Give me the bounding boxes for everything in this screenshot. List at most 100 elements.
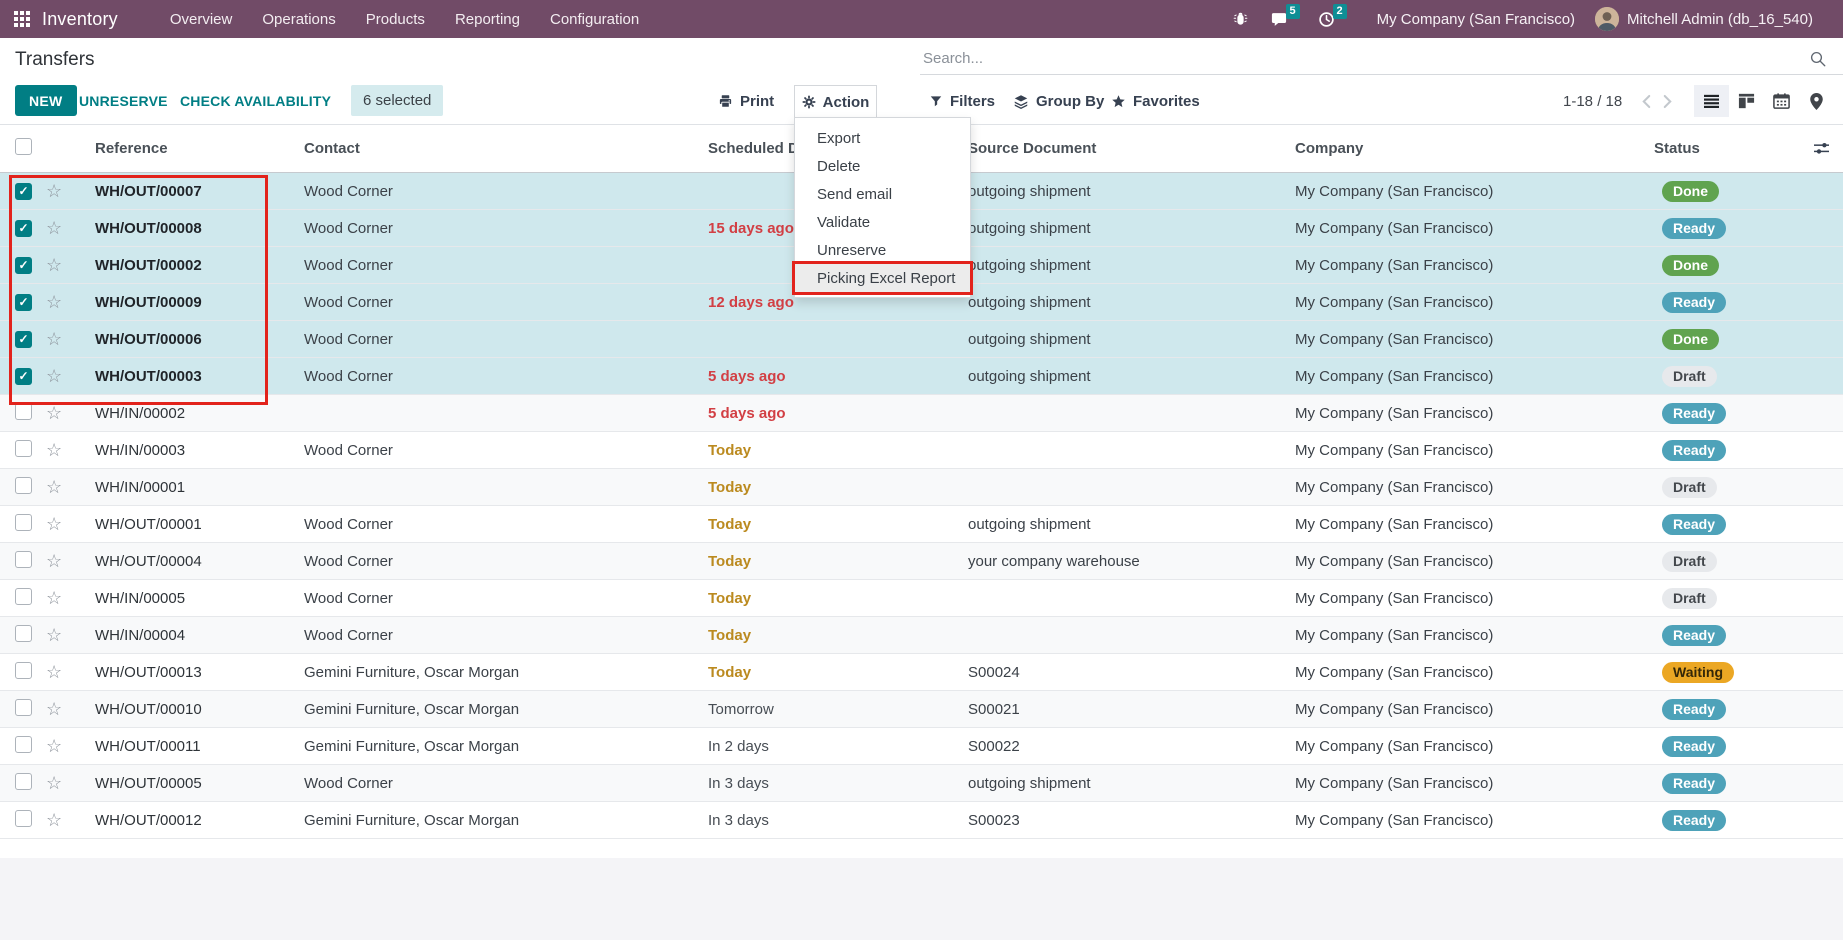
table-row[interactable]: ☆ WH/IN/00005 Wood Corner Today My Compa… — [0, 580, 1843, 617]
row-checkbox[interactable] — [15, 368, 32, 385]
action-menu-item[interactable]: Validate — [795, 208, 970, 236]
action-menu-item[interactable]: Delete — [795, 152, 970, 180]
filters-button[interactable]: Filters — [929, 85, 995, 117]
apps-grid-icon[interactable] — [14, 11, 30, 27]
print-label: Print — [740, 93, 774, 110]
group-by-button[interactable]: Group By — [1013, 85, 1104, 117]
star-outline-icon[interactable]: ☆ — [38, 589, 80, 607]
row-checkbox[interactable] — [15, 220, 32, 237]
new-button[interactable]: NEW — [15, 85, 77, 116]
company-cell: My Company (San Francisco) — [1290, 331, 1645, 348]
star-outline-icon[interactable]: ☆ — [38, 552, 80, 570]
column-header-status[interactable]: Status — [1645, 140, 1800, 157]
table-row[interactable]: ☆ WH/IN/00004 Wood Corner Today My Compa… — [0, 617, 1843, 654]
star-outline-icon[interactable]: ☆ — [38, 774, 80, 792]
topbar-menu-reporting[interactable]: Reporting — [455, 11, 520, 28]
table-row[interactable]: ☆ WH/OUT/00011 Gemini Furniture, Oscar M… — [0, 728, 1843, 765]
source-document-cell: S00024 — [965, 664, 1290, 681]
list-view-icon[interactable] — [1694, 85, 1729, 117]
reference-cell: WH/OUT/00006 — [80, 331, 300, 348]
action-menu-item[interactable]: Export — [795, 124, 970, 152]
app-name[interactable]: Inventory — [42, 9, 118, 30]
star-outline-icon[interactable]: ☆ — [38, 219, 80, 237]
column-header-contact[interactable]: Contact — [300, 140, 700, 157]
table-row[interactable]: ☆ WH/OUT/00004 Wood Corner Today your co… — [0, 543, 1843, 580]
user-avatar[interactable] — [1595, 7, 1619, 31]
kanban-view-icon[interactable] — [1729, 85, 1764, 117]
table-row[interactable]: ☆ WH/IN/00002 5 days ago My Company (San… — [0, 395, 1843, 432]
table-row[interactable]: ☆ WH/OUT/00010 Gemini Furniture, Oscar M… — [0, 691, 1843, 728]
column-header-company[interactable]: Company — [1290, 140, 1645, 157]
select-all-checkbox[interactable] — [15, 138, 32, 155]
row-checkbox[interactable] — [15, 183, 32, 200]
row-checkbox[interactable] — [15, 810, 32, 827]
row-checkbox[interactable] — [15, 477, 32, 494]
messages-chat-icon[interactable]: 5 — [1270, 11, 1288, 28]
search-input[interactable]: Search... — [920, 45, 1843, 75]
optional-columns-sliders-icon[interactable] — [1813, 141, 1830, 156]
star-outline-icon[interactable]: ☆ — [38, 441, 80, 459]
magnifier-icon[interactable] — [1809, 50, 1827, 68]
star-outline-icon[interactable]: ☆ — [38, 663, 80, 681]
row-checkbox[interactable] — [15, 736, 32, 753]
action-menu-item[interactable]: Send email — [795, 180, 970, 208]
topbar-menu-operations[interactable]: Operations — [262, 11, 335, 28]
row-checkbox[interactable] — [15, 773, 32, 790]
topbar-menu-products[interactable]: Products — [366, 11, 425, 28]
star-outline-icon[interactable]: ☆ — [38, 811, 80, 829]
row-checkbox[interactable] — [15, 403, 32, 420]
star-outline-icon[interactable]: ☆ — [38, 256, 80, 274]
contact-cell: Wood Corner — [300, 331, 700, 348]
table-row[interactable]: ☆ WH/OUT/00012 Gemini Furniture, Oscar M… — [0, 802, 1843, 839]
row-checkbox[interactable] — [15, 551, 32, 568]
table-row[interactable]: ☆ WH/IN/00003 Wood Corner Today My Compa… — [0, 432, 1843, 469]
favorites-button[interactable]: Favorites — [1111, 85, 1200, 117]
row-checkbox[interactable] — [15, 514, 32, 531]
topbar-menu-configuration[interactable]: Configuration — [550, 11, 639, 28]
action-menu-item[interactable]: Picking Excel Report — [795, 264, 970, 292]
debug-bug-icon[interactable] — [1233, 11, 1248, 27]
activities-clock-icon[interactable]: 2 — [1318, 11, 1335, 28]
table-row[interactable]: ☆ WH/OUT/00006 Wood Corner outgoing ship… — [0, 321, 1843, 358]
star-outline-icon[interactable]: ☆ — [38, 626, 80, 644]
star-outline-icon[interactable]: ☆ — [38, 404, 80, 422]
print-button[interactable]: Print — [718, 85, 774, 117]
map-view-icon[interactable] — [1799, 85, 1834, 117]
status-badge: Ready — [1662, 440, 1726, 461]
user-menu[interactable]: Mitchell Admin (db_16_540) — [1627, 11, 1813, 28]
company-switcher[interactable]: My Company (San Francisco) — [1377, 11, 1575, 28]
status-badge: Ready — [1662, 810, 1726, 831]
column-header-reference[interactable]: Reference — [80, 140, 300, 157]
row-checkbox[interactable] — [15, 331, 32, 348]
table-row[interactable]: ☆ WH/IN/00001 Today My Company (San Fran… — [0, 469, 1843, 506]
row-checkbox[interactable] — [15, 257, 32, 274]
pager-previous-chevron-icon[interactable] — [1636, 94, 1657, 109]
row-checkbox[interactable] — [15, 699, 32, 716]
row-checkbox[interactable] — [15, 294, 32, 311]
star-outline-icon[interactable]: ☆ — [38, 700, 80, 718]
star-outline-icon[interactable]: ☆ — [38, 478, 80, 496]
action-menu-item[interactable]: Unreserve — [795, 236, 970, 264]
action-button[interactable]: Action — [794, 85, 877, 118]
star-outline-icon[interactable]: ☆ — [38, 737, 80, 755]
row-checkbox[interactable] — [15, 440, 32, 457]
row-checkbox[interactable] — [15, 625, 32, 642]
star-outline-icon[interactable]: ☆ — [38, 330, 80, 348]
calendar-view-icon[interactable] — [1764, 85, 1799, 117]
topbar-menu-overview[interactable]: Overview — [170, 11, 233, 28]
star-outline-icon[interactable]: ☆ — [38, 515, 80, 533]
star-outline-icon[interactable]: ☆ — [38, 367, 80, 385]
table-row[interactable]: ☆ WH/OUT/00001 Wood Corner Today outgoin… — [0, 506, 1843, 543]
unreserve-button[interactable]: UNRESERVE — [79, 85, 168, 116]
selected-count-chip: 6 selected — [351, 85, 443, 116]
pager-next-chevron-icon[interactable] — [1657, 94, 1678, 109]
row-checkbox[interactable] — [15, 662, 32, 679]
star-outline-icon[interactable]: ☆ — [38, 293, 80, 311]
column-header-source-document[interactable]: Source Document — [965, 140, 1290, 157]
star-outline-icon[interactable]: ☆ — [38, 182, 80, 200]
table-row[interactable]: ☆ WH/OUT/00013 Gemini Furniture, Oscar M… — [0, 654, 1843, 691]
table-row[interactable]: ☆ WH/OUT/00003 Wood Corner 5 days ago ou… — [0, 358, 1843, 395]
table-row[interactable]: ☆ WH/OUT/00005 Wood Corner In 3 days out… — [0, 765, 1843, 802]
check-availability-button[interactable]: CHECK AVAILABILITY — [180, 85, 331, 116]
row-checkbox[interactable] — [15, 588, 32, 605]
